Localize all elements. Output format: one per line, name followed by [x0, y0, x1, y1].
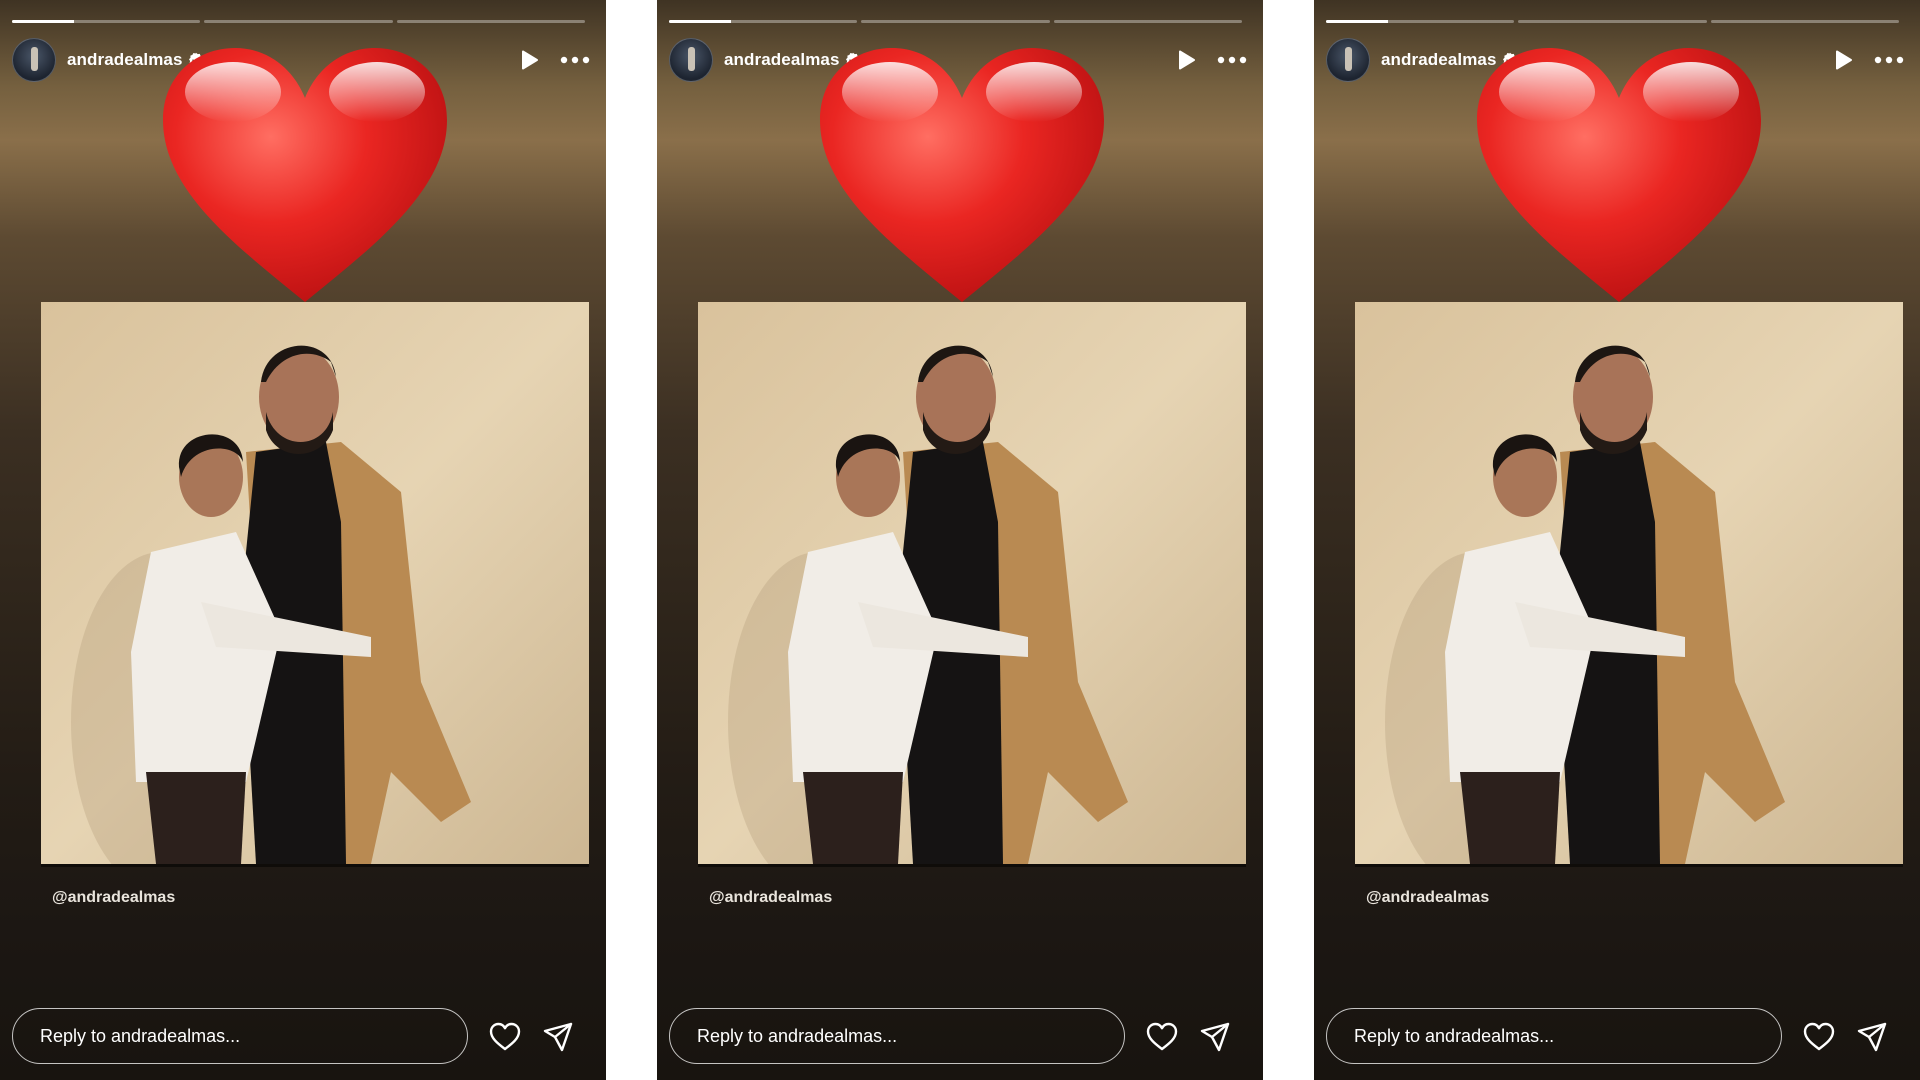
- avatar[interactable]: [669, 38, 713, 82]
- more-options-icon[interactable]: [560, 55, 590, 65]
- photo-couple-image: [698, 302, 1246, 864]
- send-icon[interactable]: [1856, 1021, 1888, 1053]
- send-icon[interactable]: [542, 1021, 574, 1053]
- heart-sticker: [820, 48, 1104, 302]
- avatar[interactable]: [1326, 38, 1370, 82]
- progress-segment: [204, 20, 393, 23]
- heart-outline-icon[interactable]: [1803, 1022, 1835, 1052]
- play-icon[interactable]: [1832, 49, 1854, 71]
- more-options-icon[interactable]: [1874, 55, 1904, 65]
- progress-segment: [1710, 20, 1899, 23]
- progress-fill: [12, 20, 75, 23]
- reply-input[interactable]: Reply to andradealmas...: [1326, 1008, 1782, 1064]
- shared-photo[interactable]: [1355, 302, 1903, 864]
- mention-caption[interactable]: @andradealmas: [52, 889, 175, 907]
- photo-couple-image: [41, 302, 589, 864]
- story-progress-bar: [12, 20, 585, 23]
- photo-couple-image: [1355, 302, 1903, 864]
- play-icon[interactable]: [518, 49, 540, 71]
- heart-sticker: [163, 48, 447, 302]
- progress-segment: [396, 20, 585, 23]
- play-icon[interactable]: [1175, 49, 1197, 71]
- story-panel: andradealmas 16h: [657, 0, 1263, 1080]
- shared-photo[interactable]: [698, 302, 1246, 864]
- send-icon[interactable]: [1199, 1021, 1231, 1053]
- shared-photo[interactable]: [41, 302, 589, 864]
- progress-segment-active: [669, 20, 858, 23]
- mention-caption[interactable]: @andradealmas: [709, 889, 832, 907]
- story-panel: andradealmas 16h: [1314, 0, 1920, 1080]
- reply-input[interactable]: Reply to andradealmas...: [669, 1008, 1125, 1064]
- progress-segment: [861, 20, 1050, 23]
- more-options-icon[interactable]: [1217, 55, 1247, 65]
- story-progress-bar: [669, 20, 1242, 23]
- heart-outline-icon[interactable]: [489, 1022, 521, 1052]
- mention-caption[interactable]: @andradealmas: [1366, 889, 1489, 907]
- heart-outline-icon[interactable]: [1146, 1022, 1178, 1052]
- progress-fill: [669, 20, 732, 23]
- heart-sticker: [1477, 48, 1761, 302]
- reply-input[interactable]: Reply to andradealmas...: [12, 1008, 468, 1064]
- story-panel: andradealmas 16h: [0, 0, 606, 1080]
- progress-segment: [1053, 20, 1242, 23]
- progress-fill: [1326, 20, 1389, 23]
- progress-segment-active: [1326, 20, 1515, 23]
- progress-segment: [1518, 20, 1707, 23]
- story-progress-bar: [1326, 20, 1899, 23]
- progress-segment-active: [12, 20, 201, 23]
- avatar[interactable]: [12, 38, 56, 82]
